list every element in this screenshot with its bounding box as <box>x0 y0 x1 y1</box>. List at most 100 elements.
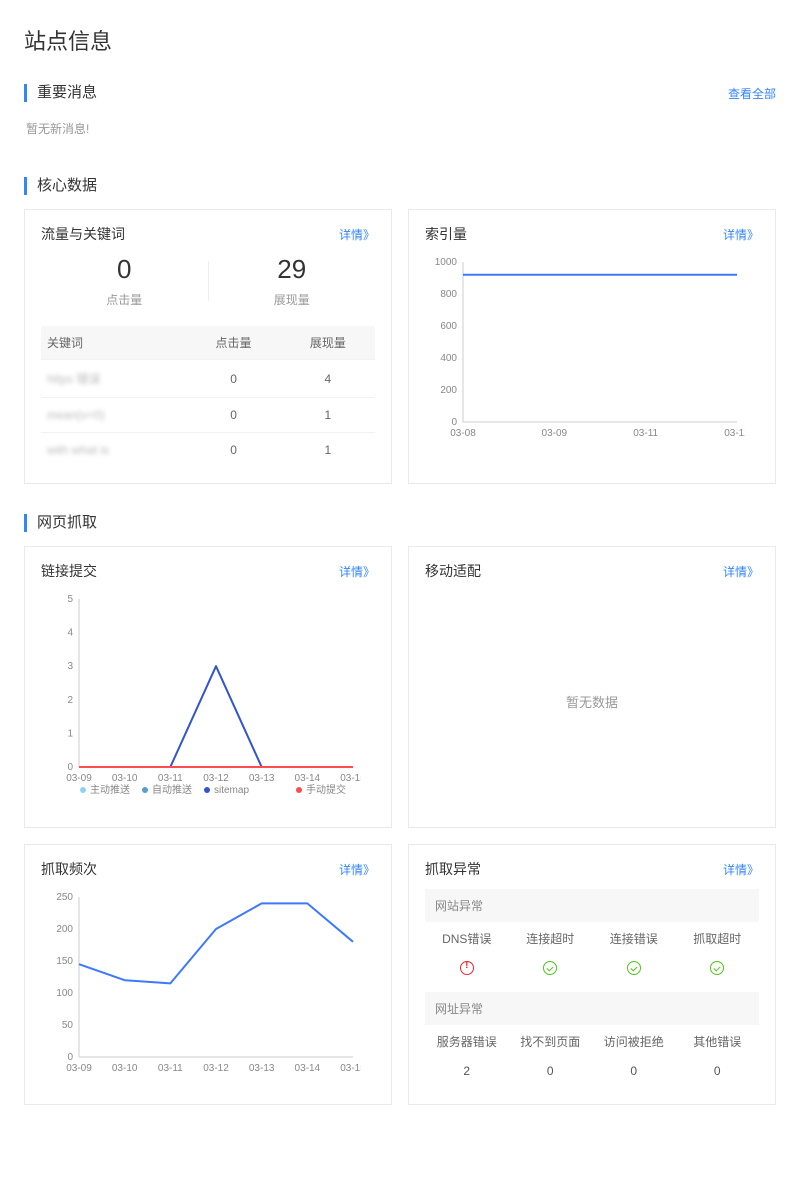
card-exception: 抓取异常 详情》 网站异常 DNS错误 连接超时 连接错误 抓取超时 网址异常 … <box>408 844 776 1105</box>
table-row: https 错误 0 4 <box>41 360 375 398</box>
svg-text:03-15: 03-15 <box>340 773 361 784</box>
chart-submit: 01234503-0903-1003-1103-1203-1303-1403-1… <box>41 591 361 801</box>
svg-text:03-13: 03-13 <box>249 1063 275 1074</box>
svg-text:手动提交: 手动提交 <box>306 783 346 796</box>
table-row: mean(v=0) 0 1 <box>41 398 375 433</box>
svg-text:0: 0 <box>451 417 457 428</box>
kw-cell: with what is <box>41 433 186 468</box>
card-title-freq: 抓取频次 <box>41 859 97 879</box>
link-mobile-detail[interactable]: 详情》 <box>723 563 759 580</box>
svg-text:250: 250 <box>56 892 73 903</box>
card-title-exception: 抓取异常 <box>425 859 481 879</box>
svg-text:50: 50 <box>62 1020 74 1031</box>
svg-text:03-12: 03-12 <box>203 1063 229 1074</box>
page-title: 站点信息 <box>24 24 776 56</box>
svg-text:03-11: 03-11 <box>158 1063 183 1074</box>
table-row: with what is 0 1 <box>41 433 375 468</box>
link-submit-detail[interactable]: 详情》 <box>339 563 375 580</box>
error-icon <box>460 961 474 975</box>
svg-text:150: 150 <box>56 956 73 967</box>
ex-val: 0 <box>592 1058 676 1088</box>
svg-text:3: 3 <box>67 661 73 672</box>
kpi-clicks: 0 点击量 <box>41 254 208 308</box>
ex-head: 其他错误 <box>676 1025 760 1058</box>
ex-head: 找不到页面 <box>509 1025 593 1058</box>
keyword-table: 关键词 点击量 展现量 https 错误 0 4 mean(v=0) 0 1 <box>41 326 375 467</box>
kw-cell: 1 <box>281 398 375 433</box>
section-core: 核心数据 流量与关键词 详情》 0 点击量 29 展现量 <box>24 177 776 484</box>
link-freq-detail[interactable]: 详情》 <box>339 861 375 878</box>
chart-index: 0200400600800100003-0803-0903-1103-12 <box>425 254 745 444</box>
kpi-clicks-label: 点击量 <box>41 291 208 308</box>
kw-th-imps: 展现量 <box>281 326 375 360</box>
kw-cell: 0 <box>186 433 280 468</box>
svg-text:03-10: 03-10 <box>112 773 138 784</box>
ex-val: 2 <box>425 1058 509 1088</box>
section-crawl: 网页抓取 链接提交 详情》 01234503-0903-1003-1103-12… <box>24 514 776 1105</box>
svg-text:1: 1 <box>67 728 73 739</box>
svg-text:600: 600 <box>440 321 457 332</box>
svg-text:03-14: 03-14 <box>295 1063 321 1074</box>
ex-val: 0 <box>509 1058 593 1088</box>
kw-cell: https 错误 <box>41 360 186 398</box>
ex-head: 访问被拒绝 <box>592 1025 676 1058</box>
kpi-impressions: 29 展现量 <box>209 254 376 308</box>
svg-text:200: 200 <box>56 924 73 935</box>
kw-cell: 0 <box>186 360 280 398</box>
important-empty: 暂无新消息! <box>24 116 776 147</box>
ex-head: 连接错误 <box>592 922 676 955</box>
svg-text:2: 2 <box>67 695 73 706</box>
svg-text:03-15: 03-15 <box>340 1063 361 1074</box>
card-submit: 链接提交 详情》 01234503-0903-1003-1103-1203-13… <box>24 546 392 828</box>
svg-text:03-09: 03-09 <box>542 428 568 439</box>
kpi-clicks-value: 0 <box>41 254 208 285</box>
svg-text:5: 5 <box>67 594 73 605</box>
card-mobile: 移动适配 详情》 暂无数据 <box>408 546 776 828</box>
kw-cell: 0 <box>186 398 280 433</box>
card-freq: 抓取频次 详情》 05010015020025003-0903-1003-110… <box>24 844 392 1105</box>
card-title-mobile: 移动适配 <box>425 561 481 581</box>
svg-text:03-10: 03-10 <box>112 1063 138 1074</box>
section-title-crawl: 网页抓取 <box>24 514 97 532</box>
link-exception-detail[interactable]: 详情》 <box>723 861 759 878</box>
ok-icon <box>543 961 557 975</box>
section-title-important: 重要消息 <box>24 84 97 102</box>
kw-cell: mean(v=0) <box>41 398 186 433</box>
svg-text:03-09: 03-09 <box>66 773 92 784</box>
kw-th-keyword: 关键词 <box>41 326 186 360</box>
svg-text:4: 4 <box>67 628 73 639</box>
section-important: 重要消息 查看全部 暂无新消息! <box>24 84 776 147</box>
link-traffic-detail[interactable]: 详情》 <box>339 226 375 243</box>
svg-text:自动推送: 自动推送 <box>152 783 192 796</box>
svg-text:100: 100 <box>56 988 73 999</box>
card-title-index: 索引量 <box>425 224 467 244</box>
svg-text:03-08: 03-08 <box>450 428 476 439</box>
svg-text:03-14: 03-14 <box>295 773 321 784</box>
ex-val: 0 <box>676 1058 760 1088</box>
section-title-core: 核心数据 <box>24 177 97 195</box>
link-index-detail[interactable]: 详情》 <box>723 226 759 243</box>
kw-th-clicks: 点击量 <box>186 326 280 360</box>
ex-head: DNS错误 <box>425 922 509 955</box>
ex-head: 抓取超时 <box>676 922 760 955</box>
svg-text:800: 800 <box>440 289 457 300</box>
ex-status <box>425 955 509 988</box>
ex-status <box>592 955 676 988</box>
ex-status <box>509 955 593 988</box>
card-traffic: 流量与关键词 详情》 0 点击量 29 展现量 关键词 点击量 展现量 <box>24 209 392 484</box>
card-title-traffic: 流量与关键词 <box>41 224 125 244</box>
kw-cell: 4 <box>281 360 375 398</box>
ok-icon <box>710 961 724 975</box>
svg-text:03-12: 03-12 <box>203 773 229 784</box>
svg-text:主动推送: 主动推送 <box>90 783 130 796</box>
svg-text:sitemap: sitemap <box>214 785 249 796</box>
svg-text:0: 0 <box>67 762 73 773</box>
kpi-impressions-value: 29 <box>209 254 376 285</box>
svg-text:400: 400 <box>440 353 457 364</box>
kw-cell: 1 <box>281 433 375 468</box>
link-view-all[interactable]: 查看全部 <box>728 85 776 102</box>
svg-text:0: 0 <box>67 1052 73 1063</box>
card-index: 索引量 详情》 0200400600800100003-0803-0903-11… <box>408 209 776 484</box>
mobile-empty: 暂无数据 <box>425 591 759 811</box>
ex-head: 连接超时 <box>509 922 593 955</box>
